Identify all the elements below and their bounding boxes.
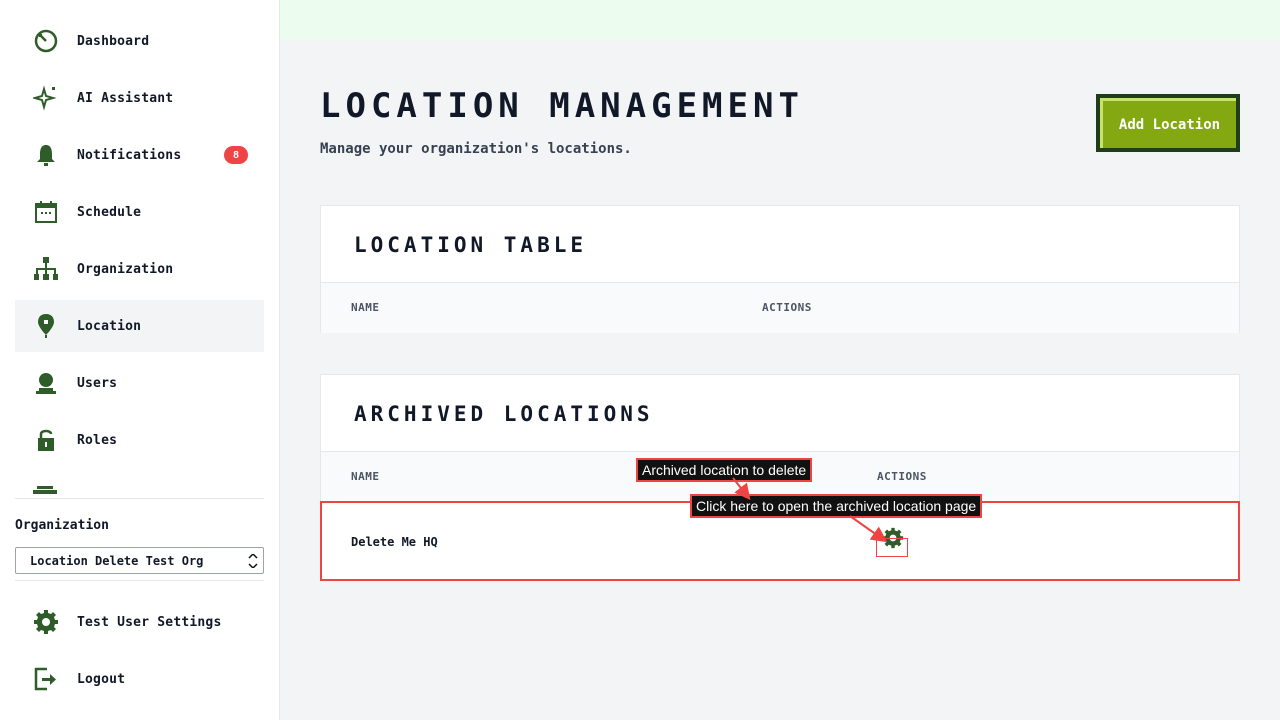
lock-icon <box>33 427 59 453</box>
sidebar-item-dashboard[interactable]: Dashboard <box>15 15 264 67</box>
archived-locations-card: Archived Locations Name Actions <box>320 374 1240 502</box>
org-chart-icon <box>33 256 59 282</box>
sidebar-item-label: Notifications <box>77 147 182 163</box>
chevron-down-icon <box>247 552 259 571</box>
sidebar-divider <box>15 498 264 499</box>
page-subtitle: Manage your organization's locations. <box>320 141 632 157</box>
dashboard-icon <box>33 28 59 54</box>
annotation-click-here: Click here to open the archived location… <box>690 494 983 518</box>
column-header-name: Name <box>351 301 380 314</box>
page-title: Location Management <box>320 86 804 126</box>
sidebar-item-label: Test User Settings <box>77 614 222 630</box>
archived-location-name: Delete Me HQ <box>351 535 438 549</box>
user-icon <box>33 370 59 396</box>
calendar-icon <box>33 199 59 225</box>
sidebar: Dashboard AI Assistant Notifications 8 S… <box>0 0 280 720</box>
sidebar-divider <box>15 580 264 581</box>
sidebar-item-label: Users <box>77 375 118 391</box>
sparkle-icon <box>33 85 59 111</box>
sidebar-item-schedule[interactable]: Schedule <box>15 186 264 238</box>
logout-icon <box>33 666 59 692</box>
sidebar-item-notifications[interactable]: Notifications 8 <box>15 129 264 181</box>
sidebar-item-partial <box>33 486 57 494</box>
sidebar-item-organization[interactable]: Organization <box>15 243 264 295</box>
annotation-archived-location: Archived location to delete <box>636 458 813 482</box>
map-pin-icon <box>33 313 59 339</box>
annotation-highlight-box <box>876 538 908 557</box>
organization-select-value: Location Delete Test Org <box>30 553 204 568</box>
location-table-header: Name Actions <box>321 282 1239 333</box>
notification-count-badge: 8 <box>224 146 248 164</box>
logout-link[interactable]: Logout <box>15 653 264 705</box>
column-header-name: Name <box>351 470 380 483</box>
archived-locations-title: Archived Locations <box>354 402 654 426</box>
sidebar-item-ai-assistant[interactable]: AI Assistant <box>15 72 264 124</box>
column-header-actions: Actions <box>762 301 812 314</box>
sidebar-item-label: Dashboard <box>77 33 150 49</box>
gear-icon <box>33 609 59 635</box>
organization-label: Organization <box>15 518 109 533</box>
user-settings-link[interactable]: Test User Settings <box>15 596 264 648</box>
sidebar-item-label: Location <box>77 318 142 334</box>
add-location-button-label: Add Location <box>1100 98 1236 148</box>
sidebar-item-location[interactable]: Location <box>15 300 264 352</box>
column-header-actions: Actions <box>877 470 927 483</box>
location-table-card: Location Table Name Actions <box>320 205 1240 333</box>
organization-select[interactable]: Location Delete Test Org <box>15 547 264 574</box>
sidebar-item-label: Roles <box>77 432 118 448</box>
location-table-title: Location Table <box>354 233 588 257</box>
sidebar-item-label: AI Assistant <box>77 90 174 106</box>
sidebar-item-label: Logout <box>77 671 126 687</box>
sidebar-item-label: Organization <box>77 261 174 277</box>
sidebar-item-users[interactable]: Users <box>15 357 264 409</box>
sidebar-item-roles[interactable]: Roles <box>15 414 264 466</box>
sidebar-item-label: Schedule <box>77 204 142 220</box>
top-banner <box>280 0 1280 40</box>
add-location-button[interactable]: Add Location <box>1096 94 1240 152</box>
bell-icon <box>33 142 59 168</box>
